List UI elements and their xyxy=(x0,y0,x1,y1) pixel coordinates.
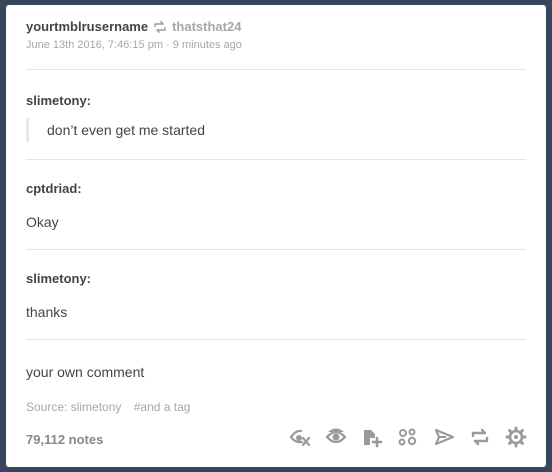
reblog-icon xyxy=(153,20,167,34)
relative-time: 9 minutes ago xyxy=(172,39,242,51)
divider xyxy=(26,339,526,340)
reblog-icon[interactable] xyxy=(468,425,492,449)
tag-link[interactable]: #and a tag xyxy=(134,400,191,414)
eye-hide-icon[interactable] xyxy=(288,425,312,449)
thread-author[interactable]: slimetony: xyxy=(26,271,91,286)
post-attribution: yourtmblrusername thatsthat24 xyxy=(26,19,526,34)
divider xyxy=(26,249,526,250)
thread-reply: thanks xyxy=(26,304,68,320)
thread-reply: Okay xyxy=(26,214,59,230)
own-comment: your own comment xyxy=(26,364,145,380)
post-header: yourtmblrusername thatsthat24 June 13th … xyxy=(26,19,526,51)
notes-count[interactable]: 79,112 notes xyxy=(26,432,103,447)
post-timestamp[interactable]: June 13th 2016, 7:46:15 pm xyxy=(26,39,163,51)
quoted-reply: don’t even get me started xyxy=(26,118,205,142)
source-link[interactable]: Source: slimetony xyxy=(26,400,121,414)
eye-icon[interactable] xyxy=(324,425,348,449)
share-dots-icon[interactable] xyxy=(396,425,420,449)
reblogged-from-link[interactable]: thatsthat24 xyxy=(172,19,241,34)
source-line: Source: slimetony #and a tag xyxy=(26,400,190,414)
thread-author[interactable]: cptdriad: xyxy=(26,181,82,196)
meta-separator: · xyxy=(166,39,170,51)
post-card: yourtmblrusername thatsthat24 June 13th … xyxy=(6,5,546,467)
divider xyxy=(26,159,526,160)
divider xyxy=(26,69,526,70)
blog-name-link[interactable]: yourtmblrusername xyxy=(26,19,148,34)
thread-author[interactable]: slimetony: xyxy=(26,93,91,108)
send-icon[interactable] xyxy=(432,425,456,449)
post-actions xyxy=(288,425,528,449)
post-meta: June 13th 2016, 7:46:15 pm · 9 minutes a… xyxy=(26,39,526,51)
gear-icon[interactable] xyxy=(504,425,528,449)
queue-add-icon[interactable] xyxy=(360,425,384,449)
